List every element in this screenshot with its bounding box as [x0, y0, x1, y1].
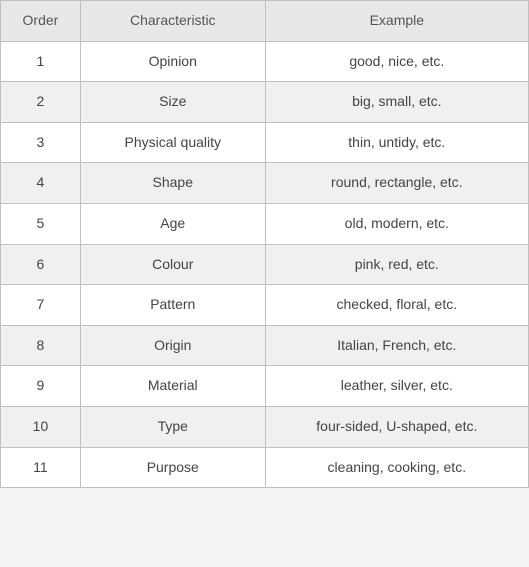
cell-order: 1: [1, 41, 81, 82]
cell-characteristic: Physical quality: [80, 122, 265, 163]
cell-example: cleaning, cooking, etc.: [265, 447, 528, 488]
cell-order: 6: [1, 244, 81, 285]
cell-example: big, small, etc.: [265, 82, 528, 123]
adjective-order-table: Order Characteristic Example 1Opiniongoo…: [0, 0, 529, 488]
cell-example: thin, untidy, etc.: [265, 122, 528, 163]
table-row: 8OriginItalian, French, etc.: [1, 325, 529, 366]
cell-order: 4: [1, 163, 81, 204]
cell-order: 8: [1, 325, 81, 366]
cell-example: four-sided, U-shaped, etc.: [265, 406, 528, 447]
table-row: 11Purposecleaning, cooking, etc.: [1, 447, 529, 488]
table-row: 6Colourpink, red, etc.: [1, 244, 529, 285]
cell-order: 9: [1, 366, 81, 407]
cell-example: Italian, French, etc.: [265, 325, 528, 366]
table-row: 9Materialleather, silver, etc.: [1, 366, 529, 407]
cell-characteristic: Shape: [80, 163, 265, 204]
table-row: 5Ageold, modern, etc.: [1, 203, 529, 244]
cell-example: pink, red, etc.: [265, 244, 528, 285]
cell-characteristic: Material: [80, 366, 265, 407]
table-row: 4Shaperound, rectangle, etc.: [1, 163, 529, 204]
header-order: Order: [1, 1, 81, 42]
cell-characteristic: Type: [80, 406, 265, 447]
cell-example: checked, floral, etc.: [265, 285, 528, 326]
cell-example: good, nice, etc.: [265, 41, 528, 82]
header-characteristic: Characteristic: [80, 1, 265, 42]
cell-characteristic: Purpose: [80, 447, 265, 488]
cell-order: 11: [1, 447, 81, 488]
cell-characteristic: Pattern: [80, 285, 265, 326]
cell-order: 10: [1, 406, 81, 447]
cell-characteristic: Origin: [80, 325, 265, 366]
table-row: 3Physical qualitythin, untidy, etc.: [1, 122, 529, 163]
cell-example: leather, silver, etc.: [265, 366, 528, 407]
table-row: 10Typefour-sided, U-shaped, etc.: [1, 406, 529, 447]
table-row: 1Opiniongood, nice, etc.: [1, 41, 529, 82]
cell-order: 2: [1, 82, 81, 123]
cell-example: old, modern, etc.: [265, 203, 528, 244]
table-row: 2Sizebig, small, etc.: [1, 82, 529, 123]
cell-characteristic: Size: [80, 82, 265, 123]
cell-characteristic: Age: [80, 203, 265, 244]
cell-order: 3: [1, 122, 81, 163]
cell-order: 7: [1, 285, 81, 326]
cell-characteristic: Opinion: [80, 41, 265, 82]
table-row: 7Patternchecked, floral, etc.: [1, 285, 529, 326]
header-example: Example: [265, 1, 528, 42]
cell-characteristic: Colour: [80, 244, 265, 285]
cell-example: round, rectangle, etc.: [265, 163, 528, 204]
cell-order: 5: [1, 203, 81, 244]
